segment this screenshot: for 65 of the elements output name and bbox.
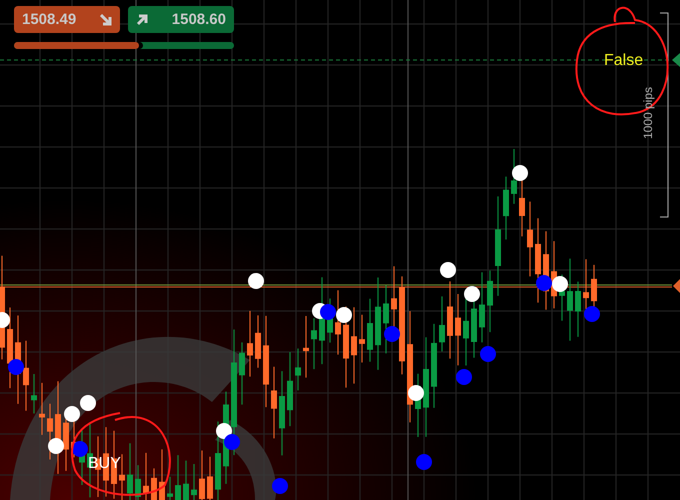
signal-dot <box>72 441 88 457</box>
signal-dot <box>320 304 336 320</box>
candlestick <box>39 382 45 436</box>
signal-dot <box>440 262 456 278</box>
candlestick <box>575 281 581 338</box>
range-label: 1000 pips <box>641 86 656 140</box>
candlestick <box>255 314 261 368</box>
price-marker <box>672 53 680 67</box>
candlestick <box>335 290 341 356</box>
signal-dot <box>536 275 552 291</box>
signal-dot <box>416 454 432 470</box>
candlestick <box>559 274 565 322</box>
candlestick <box>175 454 181 500</box>
signal-dot <box>384 326 400 342</box>
candlestick <box>311 318 317 370</box>
candlestick <box>23 340 29 412</box>
candlestick <box>479 272 485 343</box>
candlestick <box>295 348 301 391</box>
signal-dot <box>464 286 480 302</box>
candlestick <box>119 454 125 500</box>
signal-dot <box>216 423 232 439</box>
candlestick <box>359 314 365 363</box>
signal-dot <box>336 307 352 323</box>
candlestick <box>303 315 309 378</box>
signal-dot <box>480 346 496 362</box>
signal-dot <box>224 434 240 450</box>
candlestick <box>167 476 173 500</box>
candlestick <box>135 464 141 500</box>
sell-button[interactable]: 1508.49 <box>14 6 120 33</box>
candlestick <box>583 258 589 312</box>
signal-dot <box>512 165 528 181</box>
candlestick <box>511 148 517 204</box>
candlestick <box>199 450 205 500</box>
arrow-down-right-icon <box>100 14 112 26</box>
candlestick <box>183 460 189 500</box>
buy-button[interactable]: 1508.60 <box>128 6 234 33</box>
candlestick <box>519 178 525 237</box>
candlestick <box>191 464 197 500</box>
candlestick <box>143 452 149 500</box>
candlestick <box>367 298 373 362</box>
candlestick <box>159 448 165 500</box>
candlestick <box>503 176 509 240</box>
price-marker <box>673 279 680 293</box>
signal-dot <box>408 385 424 401</box>
signal-dot <box>64 406 80 422</box>
candlestick <box>47 403 53 460</box>
candlestick <box>127 442 133 500</box>
candlestick <box>383 284 389 354</box>
signal-dot <box>48 438 64 454</box>
signal-dot <box>8 359 24 375</box>
signal-label: False <box>604 52 644 70</box>
signal-dot <box>456 369 472 385</box>
signal-dot <box>552 276 568 292</box>
arrow-up-right-icon <box>136 14 148 26</box>
signal-dot <box>584 306 600 322</box>
candlestick <box>247 310 253 378</box>
signal-dot <box>248 273 264 289</box>
candlestick <box>439 296 445 352</box>
candlestick <box>239 342 245 406</box>
candlestick <box>207 456 213 500</box>
candlestick <box>487 270 493 333</box>
signal-dot <box>80 395 96 411</box>
candlestick <box>151 468 157 500</box>
candlestick <box>31 374 37 414</box>
signal-dot <box>272 478 288 494</box>
